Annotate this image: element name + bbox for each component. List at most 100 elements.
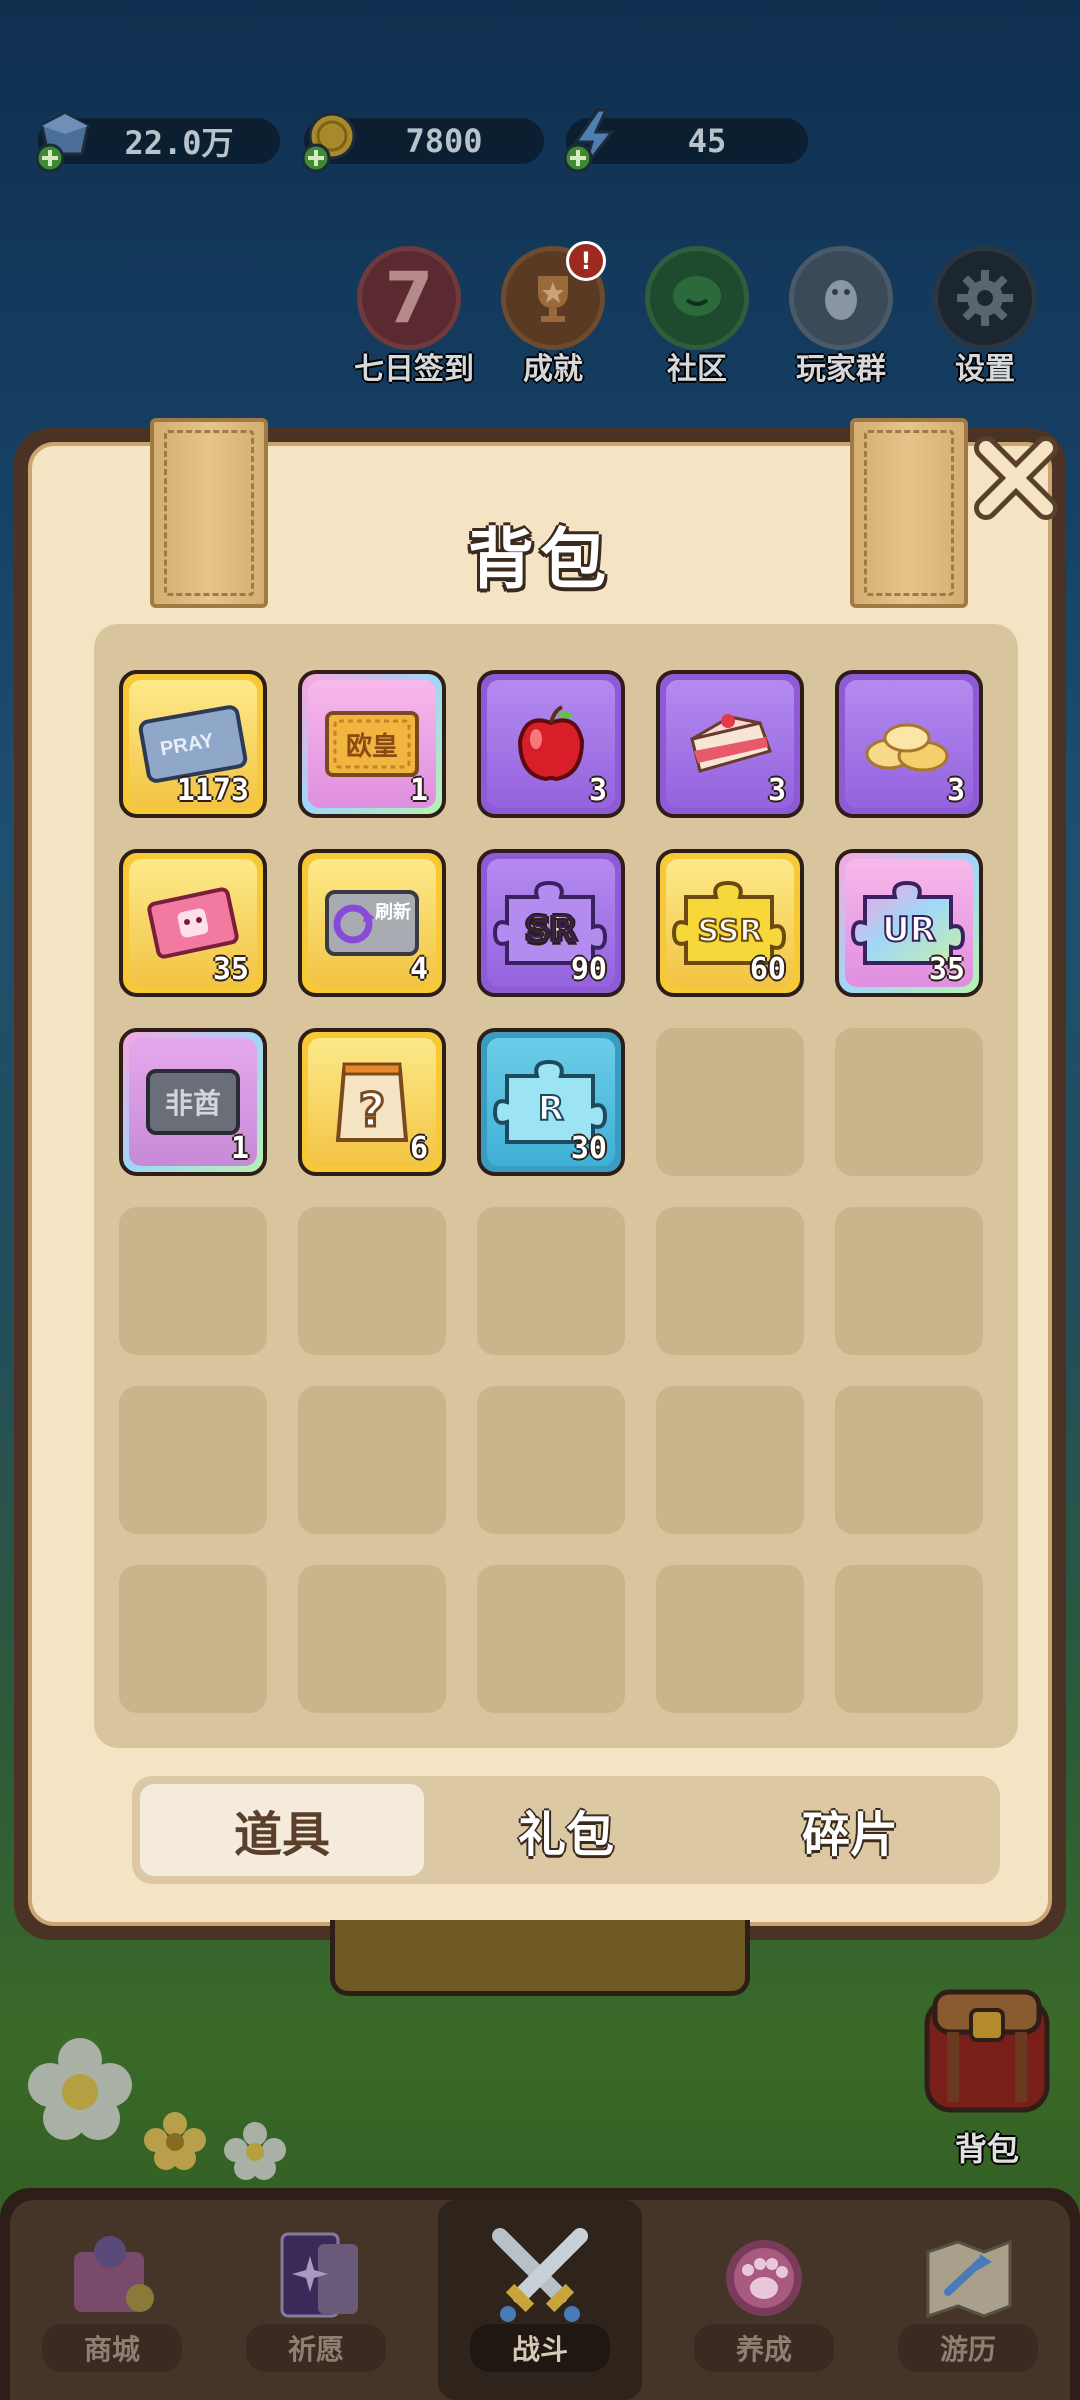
energy-counter[interactable]: 45 bbox=[563, 108, 808, 173]
item-feiqiu-card[interactable]: 非酋 1 bbox=[119, 1028, 267, 1176]
crossed-swords-icon bbox=[492, 2228, 588, 2322]
item-label: SR bbox=[526, 910, 577, 950]
penguin-icon bbox=[825, 280, 857, 320]
item-r-fragment[interactable]: R 30 bbox=[477, 1028, 625, 1176]
item-quantity: 30 bbox=[570, 1131, 607, 1166]
item-sr-fragment[interactable]: SR 90 bbox=[477, 849, 625, 997]
empty-slot bbox=[656, 1028, 804, 1176]
item-quantity: 1 bbox=[409, 773, 428, 808]
close-icon bbox=[974, 436, 1058, 520]
empty-slot bbox=[656, 1207, 804, 1355]
shortcut-label: 七日签到 bbox=[354, 352, 474, 387]
item-pink-ticket[interactable]: 35 bbox=[119, 849, 267, 997]
item-quantity: 1 bbox=[230, 1131, 249, 1166]
shortcut-community[interactable]: 社区 bbox=[642, 246, 752, 388]
nav-label: 战斗 bbox=[470, 2324, 610, 2372]
item-mystery-bag[interactable]: ? 6 bbox=[298, 1028, 446, 1176]
gems-counter[interactable]: 22.0万 bbox=[35, 112, 280, 173]
item-refresh-card[interactable]: 刷新 4 bbox=[298, 849, 446, 997]
flower-decoration bbox=[28, 2038, 132, 2140]
shortcut-player-group[interactable]: 玩家群 bbox=[786, 246, 896, 388]
item-quantity: 60 bbox=[749, 952, 786, 987]
empty-slot bbox=[835, 1028, 983, 1176]
mystery-bag-icon: ? bbox=[335, 1062, 409, 1142]
empty-slot bbox=[298, 1386, 446, 1534]
empty-slot bbox=[298, 1207, 446, 1355]
nav-battle[interactable]: 战斗 bbox=[438, 2200, 642, 2400]
pray-ticket-icon: PRAY bbox=[138, 705, 248, 783]
shortcut-achievement[interactable]: ! 成就 bbox=[498, 241, 608, 388]
modal-title: 背包 bbox=[468, 521, 612, 598]
empty-slot bbox=[477, 1207, 625, 1355]
paw-icon bbox=[726, 2240, 802, 2316]
item-cake[interactable]: 3 bbox=[656, 670, 804, 818]
item-label: 刷新 bbox=[375, 901, 411, 923]
empty-slot bbox=[298, 1565, 446, 1713]
empty-slot bbox=[119, 1565, 267, 1713]
empty-slot bbox=[835, 1207, 983, 1355]
item-ur-fragment[interactable]: UR 35 bbox=[835, 849, 983, 997]
empty-slot bbox=[835, 1565, 983, 1713]
backpack-modal: 背包 PRAY 1173 欧皇 1 3 3 3 35 刷新 4 SR 90 SS… bbox=[14, 418, 1066, 1940]
inventory-grid: PRAY 1173 欧皇 1 3 3 3 35 刷新 4 SR 90 SSR 6… bbox=[94, 624, 1018, 1748]
shortcut-label: 设置 bbox=[955, 352, 1015, 387]
gear-icon bbox=[957, 270, 1013, 326]
item-label: ? bbox=[359, 1083, 386, 1137]
item-quantity: 3 bbox=[946, 773, 965, 808]
nav-label: 商城 bbox=[42, 2324, 182, 2372]
empty-slot bbox=[835, 1386, 983, 1534]
tab-items[interactable]: 道具 bbox=[140, 1784, 424, 1876]
item-label: SSR bbox=[698, 914, 763, 949]
nav-shop[interactable]: 商城 bbox=[10, 2200, 214, 2400]
nav-label: 游历 bbox=[898, 2324, 1038, 2372]
item-pray-ticket[interactable]: PRAY 1173 bbox=[119, 670, 267, 818]
shortcut-label: 玩家群 bbox=[796, 352, 886, 387]
backpack-panel: 背包 PRAY 1173 欧皇 1 3 3 3 35 刷新 4 SR 90 SS… bbox=[28, 418, 1058, 1926]
item-quantity: 1173 bbox=[176, 773, 249, 808]
close-button[interactable] bbox=[966, 428, 1066, 528]
item-quantity: 4 bbox=[409, 952, 428, 987]
item-apple[interactable]: 3 bbox=[477, 670, 625, 818]
empty-slot bbox=[656, 1386, 804, 1534]
item-label: 欧皇 bbox=[346, 731, 398, 762]
shortcut-seven-day[interactable]: 7 七日签到 bbox=[354, 246, 474, 388]
backpack-icon bbox=[924, 1989, 1050, 2113]
notification-badge: ! bbox=[566, 241, 606, 281]
shortcut-settings[interactable]: 设置 bbox=[930, 246, 1040, 388]
item-ssr-fragment[interactable]: SSR 60 bbox=[656, 849, 804, 997]
cake-icon bbox=[690, 714, 772, 773]
empty-slot bbox=[119, 1207, 267, 1355]
empty-slot bbox=[656, 1565, 804, 1713]
item-ouhuang-ticket[interactable]: 欧皇 1 bbox=[298, 670, 446, 818]
backpack-label: 背包 bbox=[954, 2130, 1019, 2168]
gem-plus-icon bbox=[35, 112, 90, 173]
shortcut-label: 社区 bbox=[667, 352, 727, 387]
item-quantity: 3 bbox=[767, 773, 786, 808]
apple-icon bbox=[517, 705, 585, 782]
item-chips[interactable]: 3 bbox=[835, 670, 983, 818]
bottom-navigation: 商城 祈愿 战斗 养成 游历 bbox=[0, 2188, 1080, 2400]
empty-slot bbox=[477, 1565, 625, 1713]
nav-label: 养成 bbox=[694, 2324, 834, 2372]
nav-wish[interactable]: 祈愿 bbox=[214, 2200, 418, 2400]
shortcut-label: 成就 bbox=[523, 352, 583, 387]
empty-slot bbox=[477, 1386, 625, 1534]
chips-icon bbox=[865, 723, 949, 772]
nav-label: 祈愿 bbox=[246, 2324, 386, 2372]
seven-day-icon: 7 bbox=[357, 246, 461, 350]
nav-cultivate[interactable]: 养成 bbox=[662, 2200, 866, 2400]
coins-counter[interactable]: 7800 bbox=[301, 112, 544, 173]
tab-gift-packs[interactable]: 礼包 bbox=[424, 1784, 708, 1876]
item-quantity: 35 bbox=[212, 952, 249, 987]
chat-icon bbox=[673, 276, 721, 316]
coin-plus-icon bbox=[301, 112, 356, 173]
backpack-button[interactable]: 背包 bbox=[902, 1970, 1072, 2170]
item-quantity: 35 bbox=[928, 952, 965, 987]
lightning-plus-icon bbox=[563, 108, 616, 173]
category-tabs: 道具 礼包 碎片 bbox=[132, 1776, 1000, 1884]
nav-travel[interactable]: 游历 bbox=[866, 2200, 1070, 2400]
background-panel bbox=[330, 1920, 750, 1996]
flower-decoration bbox=[144, 2112, 206, 2170]
tab-fragments[interactable]: 碎片 bbox=[708, 1784, 992, 1876]
item-quantity: 3 bbox=[588, 773, 607, 808]
